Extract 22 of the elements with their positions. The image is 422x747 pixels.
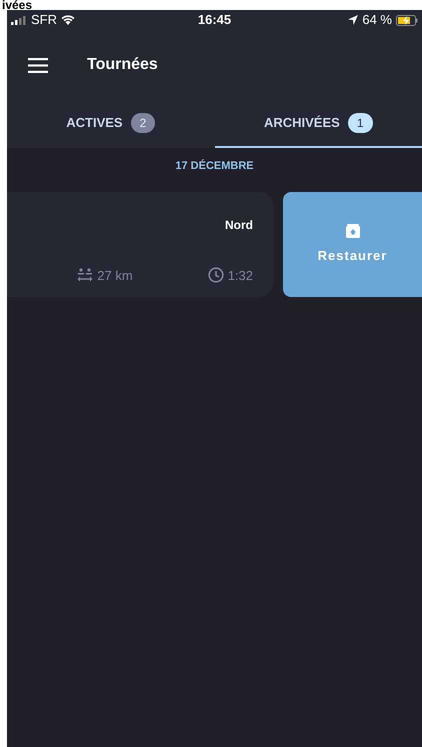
battery-charging-icon	[396, 14, 418, 26]
carrier-name: SFR	[31, 11, 57, 30]
tour-card[interactable]: Nord 27 km 1:32	[7, 192, 273, 297]
clock-icon	[208, 267, 224, 284]
count-badge: 2	[130, 113, 156, 133]
tab[interactable]: ARCHIVÉES 1	[214, 100, 422, 148]
menu-icon[interactable]	[28, 58, 48, 72]
screen-title: Tournées	[87, 55, 158, 75]
unarchive-icon	[346, 224, 360, 238]
distance-value: 27 km	[97, 266, 133, 284]
duration-value: 1:32	[228, 266, 253, 284]
location-arrow-icon	[348, 15, 358, 25]
signal-icon	[11, 16, 27, 24]
date-header: 17 DÉCEMBRE	[175, 160, 254, 172]
clock-time: 16:45	[198, 11, 232, 30]
count-badge: 1	[348, 113, 373, 133]
battery-percent: 64 %	[362, 11, 392, 30]
wifi-icon	[61, 15, 75, 25]
tab[interactable]: ACTIVES 2	[7, 100, 214, 148]
zone-label: Nord	[225, 217, 253, 234]
page-caption: ivées	[2, 0, 32, 10]
distance-icon	[77, 268, 94, 282]
